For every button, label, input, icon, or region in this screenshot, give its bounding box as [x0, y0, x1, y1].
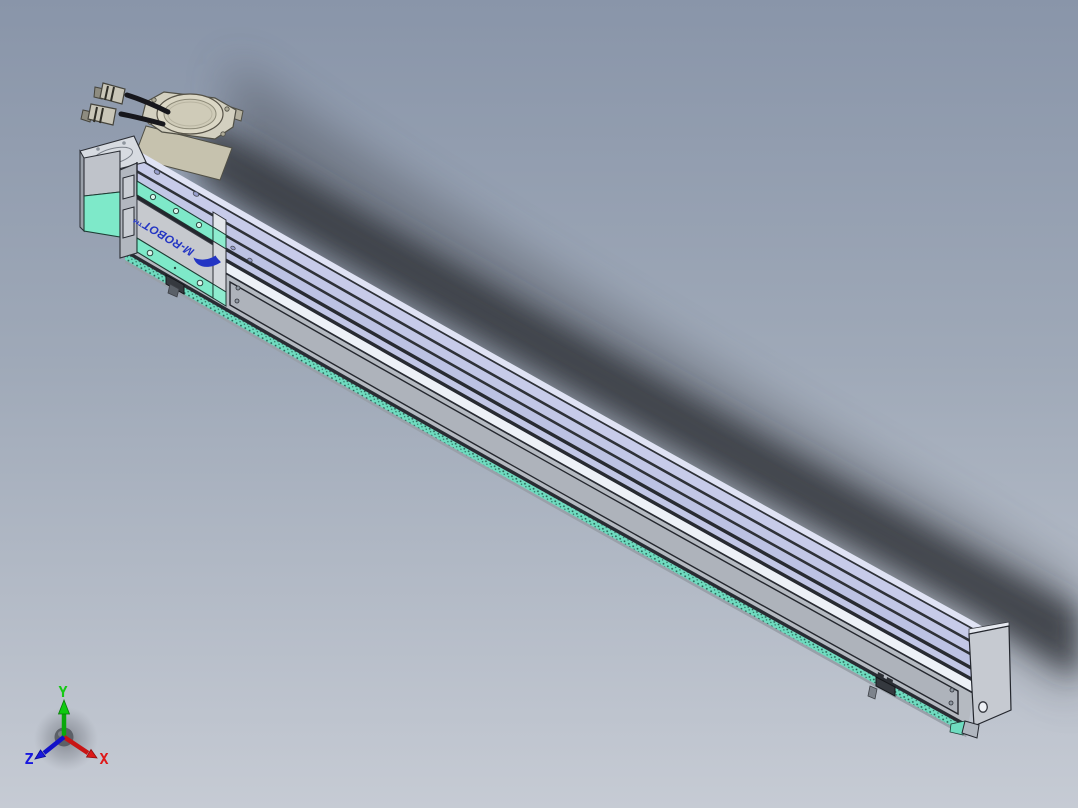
end-block-left-edge	[79, 149, 85, 233]
z-axis-label: Z	[24, 750, 33, 768]
motor-cylinder-inner	[163, 98, 217, 130]
end-cap-face[interactable]	[968, 625, 1012, 727]
panel-screw	[949, 687, 955, 693]
block-hole	[122, 141, 126, 145]
band-hole	[196, 279, 204, 287]
x-axis-label: X	[99, 750, 108, 768]
cad-viewport[interactable]: M-ROBOT™ Y X Z	[0, 0, 1078, 808]
bracket-slot	[122, 174, 135, 200]
band-hole	[149, 193, 157, 201]
y-axis-label: Y	[58, 683, 67, 701]
carriage-end-mid	[212, 240, 227, 293]
band-hole-dot	[173, 266, 177, 270]
flange-bolt	[220, 131, 226, 137]
panel-screw	[235, 285, 241, 291]
block-hole	[96, 147, 100, 151]
panel-screw	[948, 700, 954, 706]
flange-bolt	[151, 97, 157, 103]
flange-bolt	[224, 106, 230, 112]
end-cap-hole	[978, 701, 988, 713]
band-hole	[195, 221, 203, 229]
panel-screw	[234, 298, 240, 304]
end-block-teal-face[interactable]	[83, 191, 121, 238]
end-block-front-face[interactable]	[83, 150, 121, 197]
band-hole	[172, 207, 180, 215]
band-hole	[146, 249, 154, 257]
